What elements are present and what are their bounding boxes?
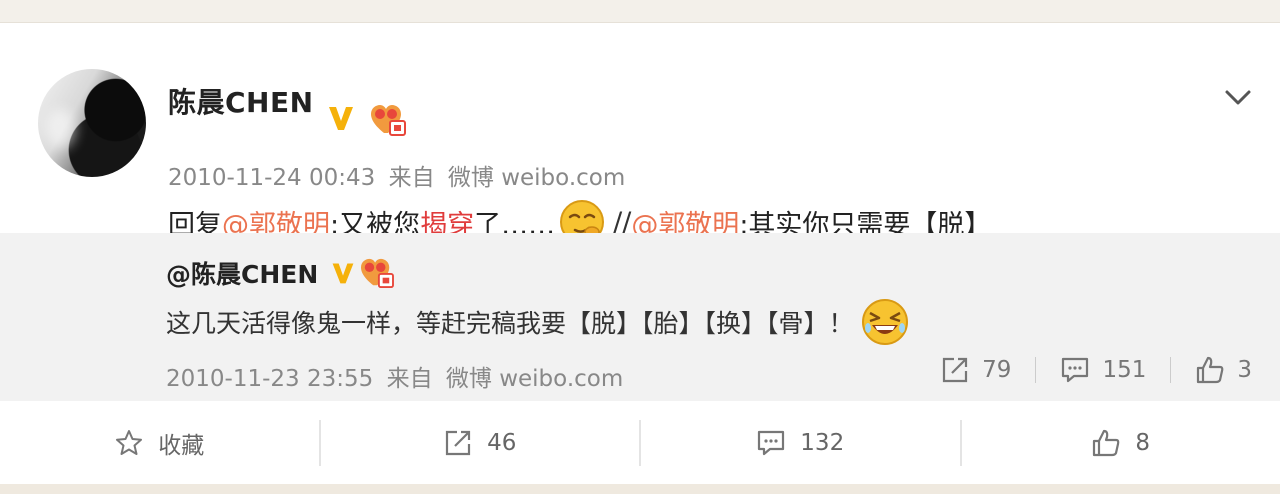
- repost-user-name[interactable]: @陈晨CHEN: [166, 255, 318, 291]
- post-action-bar: 收藏 46 132 8: [0, 401, 1280, 485]
- comment-icon: [1062, 357, 1089, 383]
- repost-source-prefix: 来自: [386, 366, 433, 392]
- like-button[interactable]: 8: [962, 420, 1280, 466]
- repost-like-button[interactable]: 3: [1195, 355, 1252, 385]
- bottom-edge: [0, 484, 1280, 494]
- repost-repost-button[interactable]: 79: [940, 355, 1011, 385]
- repost-button[interactable]: 46: [321, 420, 640, 466]
- repost-text-row: 这几天活得像鬼一样，等赶完稿我要【脱】【胎】【换】【骨】！: [166, 297, 910, 347]
- repost-repost-count: 79: [982, 357, 1012, 383]
- avatar[interactable]: [38, 69, 146, 177]
- comment-button[interactable]: 132: [641, 420, 960, 466]
- post-source-prefix: 来自: [388, 165, 435, 191]
- like-count: 8: [1135, 430, 1151, 456]
- divider: [1170, 357, 1172, 383]
- verified-v-icon[interactable]: [326, 103, 356, 133]
- chevron-down-icon[interactable]: [1224, 89, 1252, 107]
- favorite-label: 收藏: [158, 433, 205, 459]
- repost-user-row: @陈晨CHEN: [166, 255, 395, 291]
- star-icon: [116, 430, 143, 455]
- heart-member-icon[interactable]: [370, 103, 406, 137]
- verified-v-icon[interactable]: [330, 260, 356, 286]
- repost-comment-button[interactable]: 151: [1060, 355, 1146, 385]
- repost-like-count: 3: [1237, 357, 1252, 383]
- divider: [1035, 357, 1037, 383]
- repost-stats: 79 151 3: [940, 353, 1252, 387]
- post-user-name[interactable]: 陈晨CHEN: [168, 81, 314, 121]
- thumbs-up-icon: [1093, 429, 1120, 457]
- repost-source[interactable]: 微博 weibo.com: [446, 366, 623, 392]
- repost-meta: 2010-11-23 23:55 来自 微博 weibo.com: [166, 359, 629, 393]
- laughing-face-emoji-icon: [861, 299, 908, 345]
- post-source[interactable]: 微博 weibo.com: [448, 165, 625, 191]
- repost-icon: [446, 430, 471, 456]
- repost-comment-count: 151: [1102, 357, 1147, 383]
- repost-count: 46: [487, 430, 517, 456]
- reposted-content[interactable]: @陈晨CHEN 这几天活得像鬼一样，等赶完稿我要【脱】【胎】【换】【骨】！ 20…: [0, 233, 1280, 401]
- repost-text: 这几天活得像鬼一样，等赶完稿我要【脱】【胎】【换】【骨】！: [166, 309, 854, 338]
- thumbs-up-icon: [1197, 356, 1224, 384]
- post-timestamp[interactable]: 2010-11-24 00:43: [168, 165, 375, 191]
- repost-timestamp[interactable]: 2010-11-23 23:55: [166, 366, 373, 392]
- heart-member-icon[interactable]: [360, 257, 395, 289]
- comment-count: 132: [800, 430, 845, 456]
- favorite-button[interactable]: 收藏: [0, 420, 319, 466]
- post-meta: 2010-11-24 00:43 来自 微博 weibo.com: [168, 158, 631, 192]
- weibo-post-card: 陈晨CHEN 2010-11-24 00:43 来自 微博 weibo.com …: [0, 22, 1280, 484]
- repost-icon: [943, 357, 968, 383]
- comment-icon: [758, 430, 785, 456]
